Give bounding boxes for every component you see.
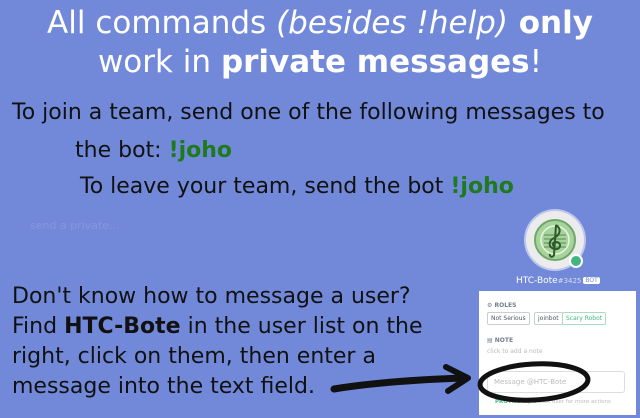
protip-label: PROTIP: xyxy=(495,399,520,405)
discriminator: #3425 xyxy=(557,277,582,285)
note-title-text: NOTE xyxy=(494,337,514,344)
headline-bold: private messages xyxy=(220,44,530,80)
role-tag[interactable]: Not Serious xyxy=(487,312,530,325)
bot-name: HTC-Bote xyxy=(64,314,181,339)
username-text: HTC-Bote xyxy=(516,276,558,286)
protip: PROTIP: Right click user for more action… xyxy=(495,399,611,405)
role-tag[interactable]: Scary Robot xyxy=(562,312,607,325)
faint-background-text: send a private... xyxy=(30,219,120,232)
headline-line-2: work in private messages! xyxy=(0,43,640,82)
howto-line: message into the text field. xyxy=(12,374,315,399)
headline: All commands (besides !help) only work i… xyxy=(0,4,640,82)
role-tag[interactable]: joinbot xyxy=(534,312,563,325)
roles-title-text: ROLES xyxy=(494,302,517,309)
arrow-head-annotation xyxy=(443,364,471,394)
leave-instructions: To leave your team, send the bot !joho xyxy=(80,173,514,201)
bot-badge: BOT xyxy=(583,277,600,284)
howto-line: right, click on them, then enter a xyxy=(12,344,376,369)
profile-popout: ⚙ ROLES Not Serious joinbot Scary Robot … xyxy=(479,291,636,415)
online-status-icon xyxy=(569,254,583,268)
howto-text: in the user list on the xyxy=(180,314,423,339)
headline-text: work in xyxy=(97,44,221,80)
join-instructions: To join a team, send one of the followin… xyxy=(12,100,605,125)
leave-command: !joho xyxy=(450,174,514,199)
profile-username: HTC-Bote#3425 BOT xyxy=(516,276,600,286)
roles-title: ⚙ ROLES xyxy=(487,302,517,309)
leave-text: To leave your team, send the bot xyxy=(80,174,451,199)
howto-line: Find HTC-Bote in the user list on the xyxy=(12,312,423,342)
headline-bold: only xyxy=(507,5,593,41)
join-text: the bot: xyxy=(75,138,169,163)
note-field[interactable]: click to add a note xyxy=(487,348,543,355)
howto-text: Find xyxy=(12,314,65,339)
headline-text: ! xyxy=(529,44,543,80)
headline-line-1: All commands (besides !help) only xyxy=(0,4,640,43)
note-title: ▤ NOTE xyxy=(487,337,514,344)
join-instructions-line-2: the bot: !joho xyxy=(75,137,232,165)
message-input[interactable]: Message @HTC-Bote xyxy=(487,371,625,393)
howto-line: Don't know how to message a user? xyxy=(12,284,411,309)
howto-instructions: Don't know how to message a user? Find H… xyxy=(12,282,423,402)
headline-text: All commands xyxy=(47,5,277,41)
join-command: !joho xyxy=(168,138,233,163)
protip-text: Right click user for more actions xyxy=(519,399,611,405)
headline-italic: (besides !help) xyxy=(276,5,508,41)
